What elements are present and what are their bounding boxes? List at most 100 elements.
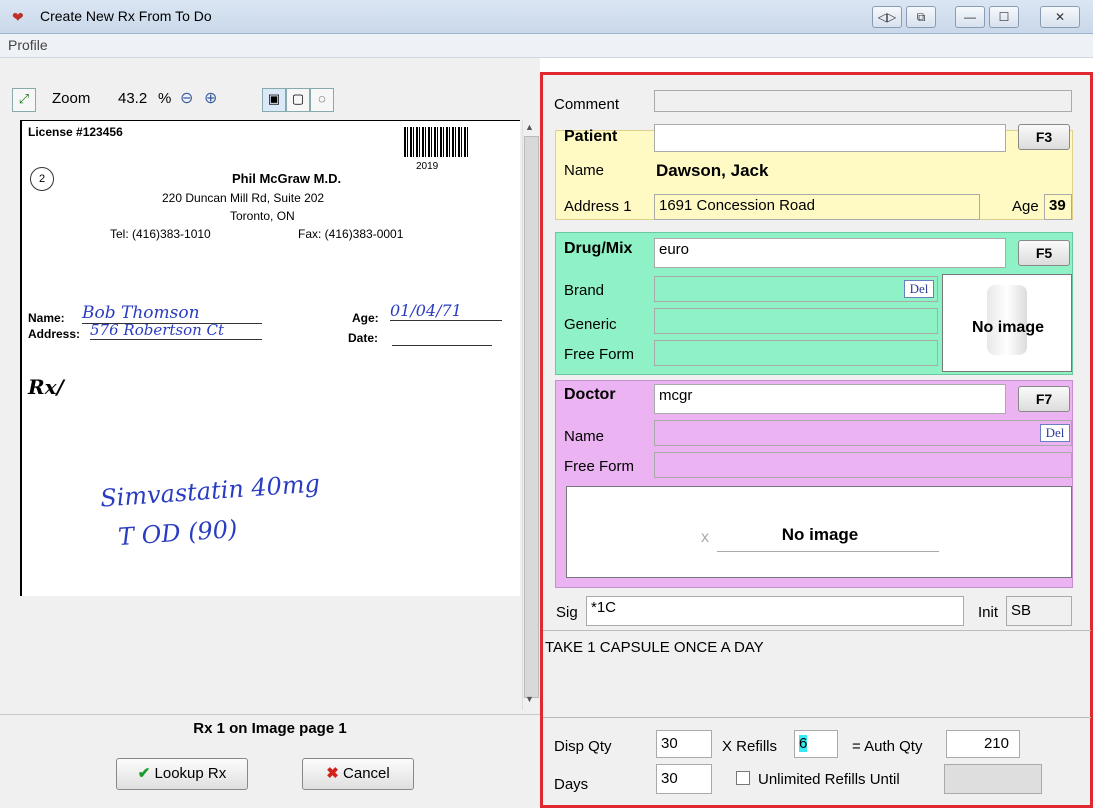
init-field: SB (1006, 596, 1072, 626)
drug-heading: Drug/Mix (564, 240, 633, 257)
fit-page-icon[interactable]: ▣ (262, 88, 286, 112)
doctor-name-field (654, 420, 1072, 446)
detach-button[interactable]: ⧉ (906, 6, 936, 28)
comment-label: Comment (554, 96, 620, 113)
f7-button[interactable]: F7 (1018, 386, 1070, 412)
drug-freeform-label: Free Form (564, 346, 635, 363)
handwritten-age: 01/04/71 (390, 301, 502, 321)
refills-input[interactable]: 6 (794, 730, 838, 758)
minimize-button[interactable]: — (955, 6, 985, 28)
doctor-signature-box: No image x (566, 486, 1072, 578)
close-button[interactable]: ✕ (1040, 6, 1080, 28)
cancel-button[interactable]: ✖ Cancel (302, 758, 414, 790)
date-line (392, 345, 492, 346)
brand-label: Brand (564, 282, 605, 299)
maximize-button[interactable]: ☐ (989, 6, 1019, 28)
fit-window-icon[interactable]: ⤢ (12, 88, 36, 112)
sig-label: Sig (556, 604, 578, 621)
drug-image-box: No image (942, 274, 1072, 372)
auth-qty-field: 210 (946, 730, 1020, 758)
menu-profile[interactable]: Profile (8, 37, 48, 53)
handwritten-directions: T OD (90) (117, 514, 239, 552)
viewer-scrollbar[interactable]: ▲ ▼ (522, 120, 539, 710)
viewer-toolbar: ⤢ Zoom 43.2 % ⊖ ⊕ ▣ ▢ ◌ (8, 88, 538, 116)
doctor-no-image-text: No image (781, 525, 859, 544)
drug-search-input[interactable]: euro (654, 238, 1006, 268)
barcode-image (404, 127, 468, 157)
doctor-tel: Tel: (416)383-1010 (110, 227, 211, 241)
rotate-icon[interactable]: ◌ (310, 88, 334, 112)
f3-button[interactable]: F3 (1018, 124, 1070, 150)
age-line-label: Age: (352, 311, 379, 325)
scroll-thumb[interactable] (524, 136, 539, 698)
doctor-name-label: Name (564, 428, 605, 445)
f5-button[interactable]: F5 (1018, 240, 1070, 266)
doctor-delete-button[interactable]: Del (1040, 424, 1070, 442)
patient-name-label: Name (564, 162, 605, 179)
unlimited-refills-label: Unlimited Refills Until (758, 771, 900, 788)
refills-label: X Refills (722, 738, 778, 755)
brand-delete-button[interactable]: Del (904, 280, 934, 298)
title-bar: ❤ Create New Rx From To Do ◁▷ ⧉ — ☐ ✕ (0, 0, 1093, 34)
patient-address-label: Address 1 (564, 198, 632, 215)
signature-x-mark: x (701, 529, 709, 546)
drug-freeform-field (654, 340, 938, 366)
barcode-year: 2019 (416, 161, 439, 172)
license-text: License #123456 (28, 125, 123, 139)
doctor-freeform-field (654, 452, 1072, 478)
zoom-in-icon[interactable]: ⊕ (204, 88, 217, 108)
doctor-address-2: Toronto, ON (230, 209, 295, 223)
days-label: Days (554, 776, 589, 793)
lookup-rx-button[interactable]: ✔ Lookup Rx (116, 758, 248, 790)
comment-field[interactable] (654, 90, 1072, 112)
disp-qty-label: Disp Qty (554, 738, 612, 755)
sig-description: TAKE 1 CAPSULE ONCE A DAY (545, 639, 764, 656)
cancel-label: Cancel (343, 765, 390, 782)
scroll-down-icon[interactable]: ▼ (525, 694, 534, 704)
disp-qty-input[interactable]: 30 (656, 730, 712, 758)
unlimited-refills-checkbox[interactable] (736, 771, 750, 785)
doctor-address-1: 220 Duncan Mill Rd, Suite 202 (162, 191, 325, 205)
doctor-heading: Doctor (564, 386, 616, 403)
fit-width-icon[interactable]: ▢ (286, 88, 310, 112)
auth-qty-label: = Auth Qty (852, 738, 923, 755)
drug-no-image-text: No image (971, 319, 1044, 336)
divider (0, 714, 540, 715)
patient-name: Dawson, Jack (656, 161, 769, 180)
days-input[interactable]: 30 (656, 764, 712, 794)
patient-heading: Patient (564, 128, 618, 145)
lookup-rx-label: Lookup Rx (154, 765, 227, 782)
doctor-fax: Fax: (416)383-0001 (298, 227, 404, 241)
age-label: Age (1012, 198, 1039, 215)
doctor-heading: Phil McGraw M.D. (232, 171, 342, 186)
sig-description-area: TAKE 1 CAPSULE ONCE A DAY (543, 630, 1091, 718)
prescription-image: License #123456 2 Phil McGraw M.D. 220 D… (20, 120, 520, 596)
patient-search-input[interactable] (654, 124, 1006, 152)
app-logo-icon: ❤ (12, 9, 24, 25)
signature-line (717, 551, 939, 552)
zoom-out-icon[interactable]: ⊖ (180, 88, 193, 108)
zoom-value[interactable]: 43.2 (118, 90, 147, 107)
handwritten-address: 576 Robertson Ct (90, 321, 262, 340)
x-icon: ✖ (326, 765, 339, 782)
date-line-label: Date: (348, 331, 379, 345)
restore-panes-button[interactable]: ◁▷ (872, 6, 902, 28)
scroll-up-icon[interactable]: ▲ (525, 122, 534, 132)
sig-input[interactable]: *1C (586, 596, 964, 626)
check-icon: ✔ (137, 765, 151, 782)
patient-age: 39 (1044, 194, 1072, 220)
circled-number: 2 (30, 167, 54, 191)
rx-symbol: Rx/ (28, 375, 64, 399)
brand-field (654, 276, 938, 302)
unlimited-until-field (944, 764, 1042, 794)
doctor-freeform-label: Free Form (564, 458, 635, 475)
address-line-label: Address: (28, 327, 81, 341)
generic-label: Generic (564, 316, 617, 333)
name-line-label: Name: (28, 311, 65, 325)
init-label: Init (978, 604, 999, 621)
doctor-search-input[interactable]: mcgr (654, 384, 1006, 414)
page-caption: Rx 1 on Image page 1 (193, 720, 347, 737)
menu-bar: Profile (0, 34, 1093, 58)
refills-value: 6 (799, 735, 808, 752)
patient-address-field: 1691 Concession Road (654, 194, 980, 220)
